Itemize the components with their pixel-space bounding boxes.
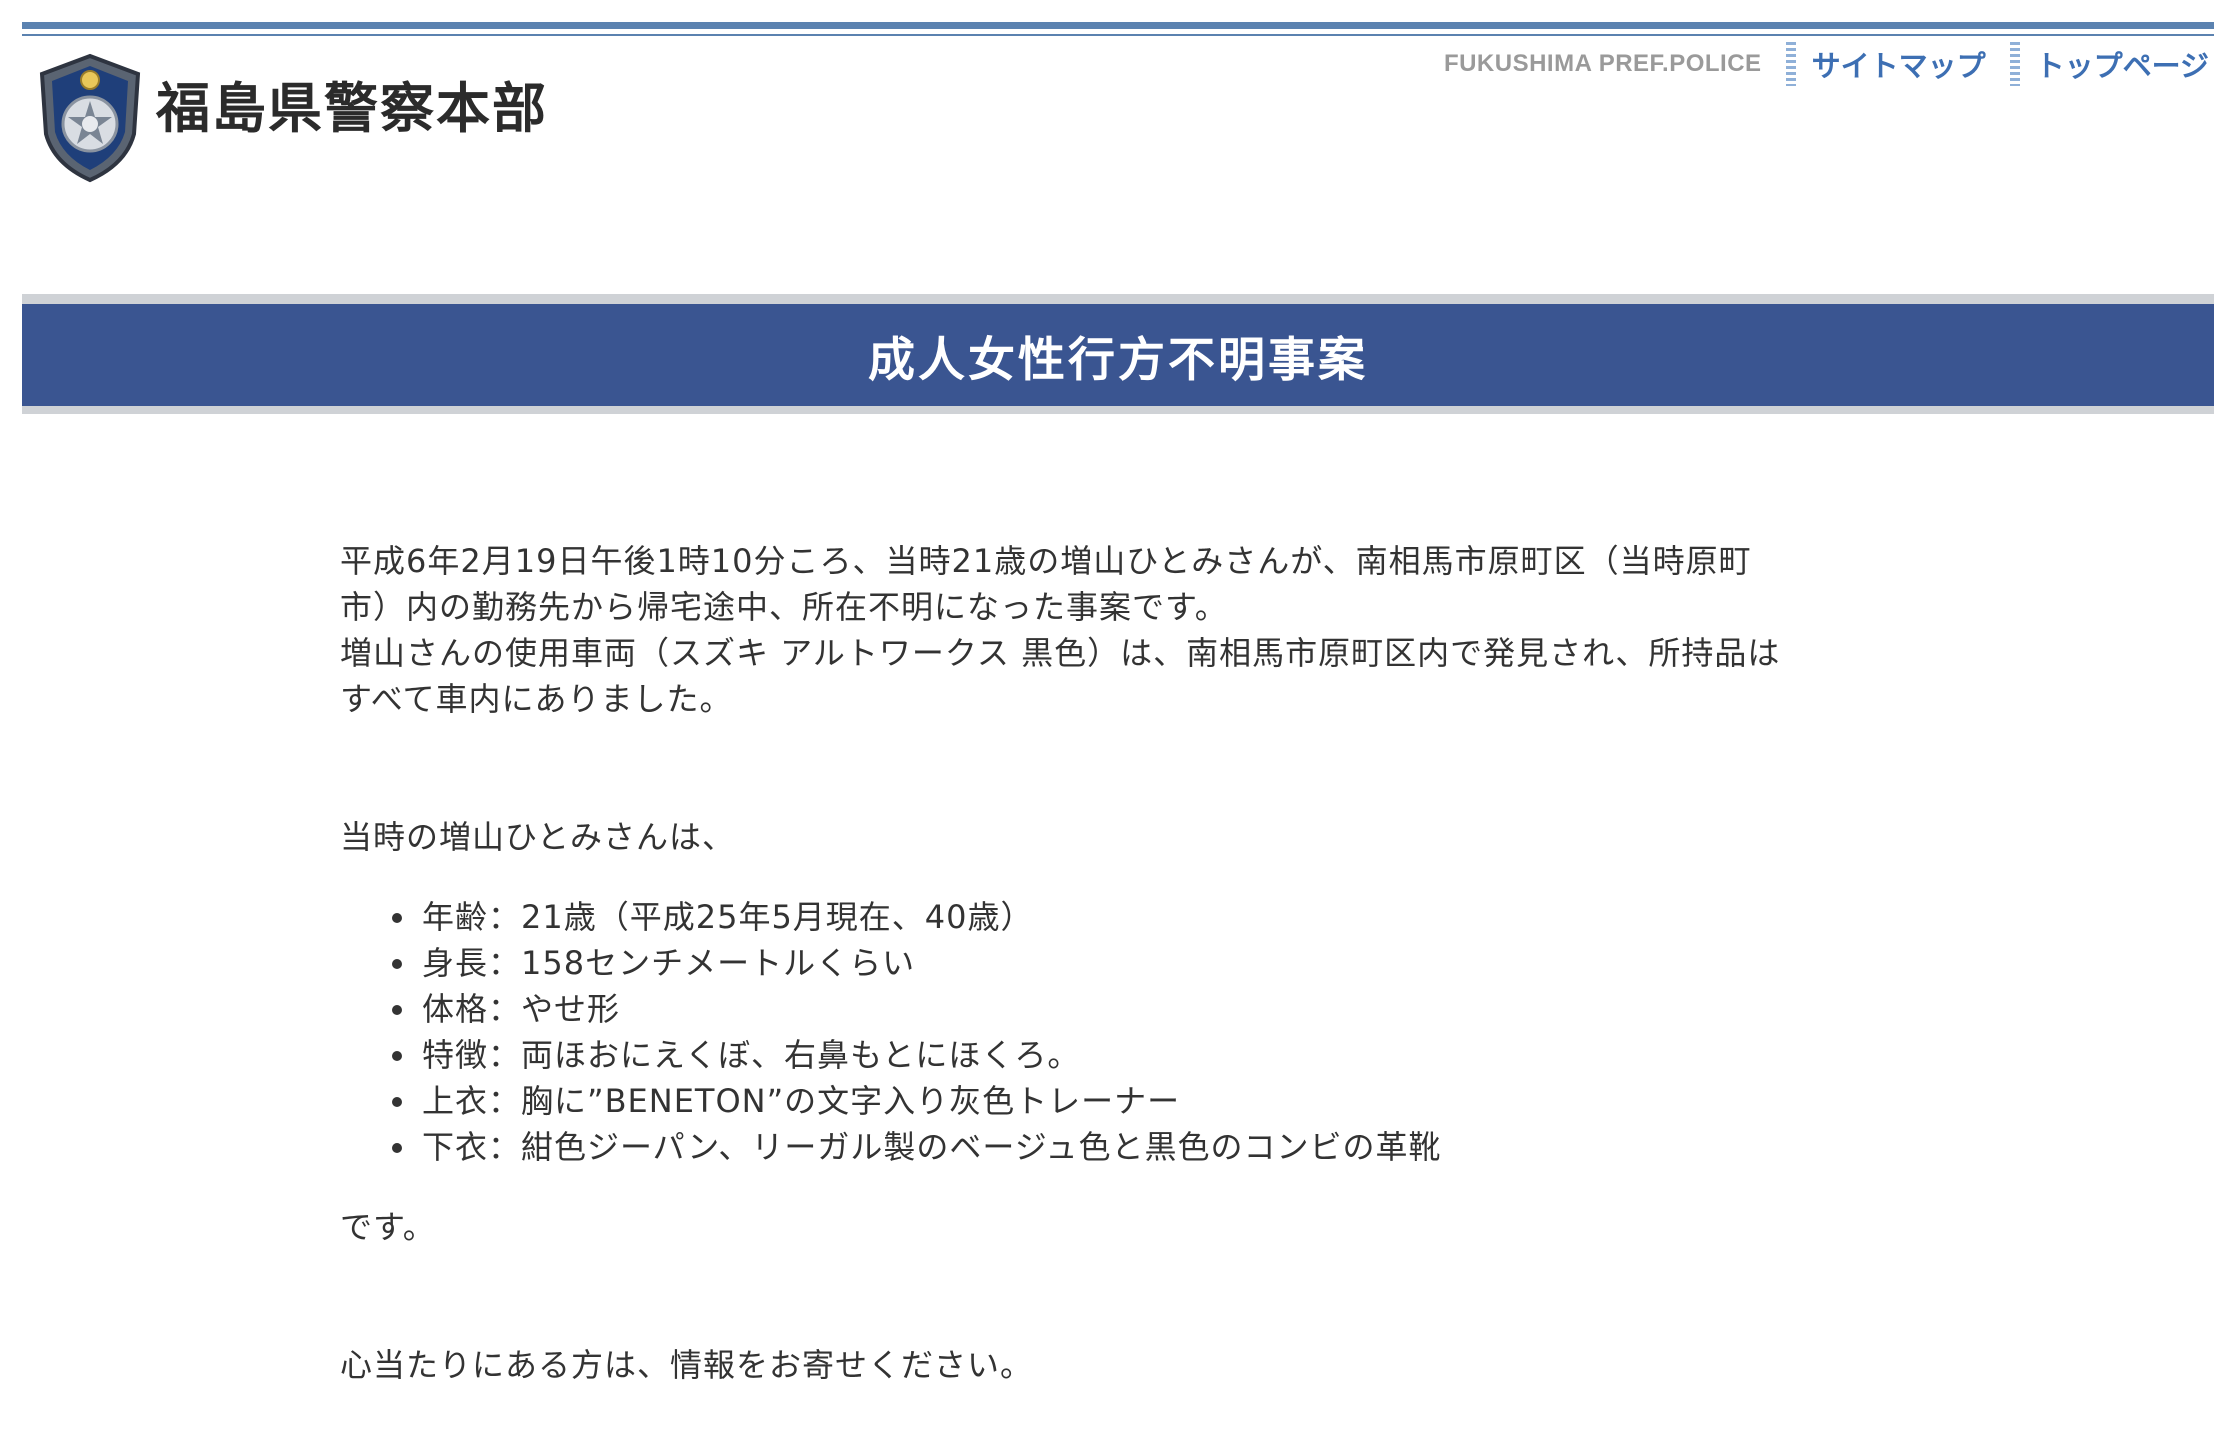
top-page-link[interactable]: トップページ [2036, 43, 2209, 85]
page-title-banner: 成人女性行方不明事案 [22, 304, 2214, 406]
list-item: 年齢：21歳（平成25年5月現在、40歳） [392, 894, 1900, 940]
site-title[interactable]: 福島県警察本部 [156, 82, 548, 136]
case-content: 平成6年2月19日午後1時10分ころ、当時21歳の増山ひとみさんが、南相馬市原町… [340, 538, 1900, 1388]
page-title: 成人女性行方不明事案 [868, 332, 1368, 388]
list-item: 特徴：両ほおにえくぼ、右鼻もとにほくろ。 [392, 1032, 1900, 1078]
features-list: 年齢：21歳（平成25年5月現在、40歳） 身長：158センチメートルくらい 体… [340, 894, 1900, 1170]
header-top-rule-thin [22, 34, 2214, 36]
link-separator-icon [1785, 42, 1796, 86]
list-item: 上衣：胸に”BENETON”の文字入り灰色トレーナー [392, 1078, 1900, 1124]
sitemap-link[interactable]: サイトマップ [1812, 43, 1986, 85]
police-emblem-icon[interactable] [34, 52, 146, 184]
header-links: FUKUSHIMA PREF.POLICE サイトマップ トップページ [1444, 42, 2209, 86]
intro-line: 増山さんの使用車両（スズキ アルトワークス 黒色）は、南相馬市原町区内で発見され… [340, 634, 1781, 672]
features-end: です。 [340, 1208, 436, 1246]
link-separator-icon [2009, 42, 2020, 86]
intro-line: 市）内の勤務先から帰宅途中、所在不明になった事案です。 [340, 588, 1228, 626]
list-item: 体格：やせ形 [392, 986, 1900, 1032]
closing-request: 心当たりにある方は、情報をお寄せください。 [340, 1346, 1034, 1384]
list-item: 身長：158センチメートルくらい [392, 940, 1900, 986]
list-item: 下衣：紺色ジーパン、リーガル製のベージュ色と黒色のコンビの革靴 [392, 1124, 1900, 1170]
intro-line: 平成6年2月19日午後1時10分ころ、当時21歳の増山ひとみさんが、南相馬市原町… [340, 542, 1752, 580]
features-intro: 当時の増山ひとみさんは、 [340, 818, 736, 856]
intro-line: すべて車内にありました。 [340, 680, 733, 718]
brand-english-name: FUKUSHIMA PREF.POLICE [1443, 50, 1762, 77]
header-top-rule [22, 22, 2214, 29]
